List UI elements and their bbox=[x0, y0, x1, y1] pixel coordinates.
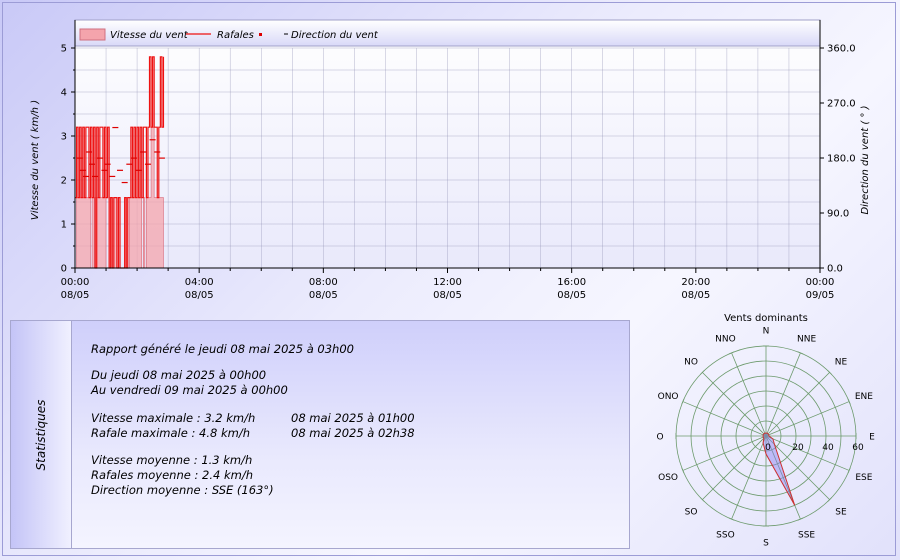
direction-point bbox=[76, 157, 83, 159]
x-tick-date: 08/05 bbox=[433, 290, 462, 301]
rose-direction-label: OSO bbox=[658, 473, 678, 483]
wind-chart: Vitesse du vent Rafales Direction du ven… bbox=[30, 19, 871, 301]
y-tick-label: 0 bbox=[61, 264, 67, 275]
direction-point bbox=[140, 151, 147, 153]
rose-direction-label: NNE bbox=[797, 335, 816, 345]
max-gust: Rafale maximale : 4.8 km/h bbox=[91, 426, 250, 440]
rose-direction-label: SO bbox=[685, 507, 698, 517]
rose-spoke bbox=[702, 435, 767, 500]
rose-direction-label: ESE bbox=[855, 473, 872, 483]
rose-direction-label: SE bbox=[835, 507, 847, 517]
direction-point bbox=[79, 169, 86, 171]
y-tick-label: 5 bbox=[61, 44, 67, 55]
y-tick-label: 3 bbox=[61, 132, 67, 143]
x-tick-date: 08/05 bbox=[61, 290, 90, 301]
x-tick-time: 08:00 bbox=[309, 277, 338, 288]
wind-rose-title: Vents dominants bbox=[724, 313, 808, 324]
x-tick-date: 08/05 bbox=[309, 290, 338, 301]
rose-direction-label: E bbox=[869, 433, 875, 443]
x-tick-date: 08/05 bbox=[185, 290, 214, 301]
max-speed: Vitesse maximale : 3.2 km/h bbox=[91, 411, 256, 425]
direction-point bbox=[117, 169, 124, 171]
avg-gust: Rafales moyenne : 2.4 km/h bbox=[91, 468, 253, 482]
y-right-tick-label: 90.0 bbox=[827, 209, 849, 220]
y-axis-label: Vitesse du vent ( km/h ) bbox=[30, 100, 41, 220]
direction-point bbox=[126, 163, 133, 165]
y-right-tick-label: 0.0 bbox=[827, 264, 843, 275]
rose-spoke bbox=[765, 372, 830, 437]
rose-direction-label: ONO bbox=[658, 392, 679, 402]
direction-point bbox=[82, 175, 89, 178]
y-right-axis-label: Direction du vent ( ° ) bbox=[860, 105, 871, 214]
rose-direction-label: O bbox=[656, 433, 663, 443]
direction-point bbox=[144, 163, 151, 165]
direction-point bbox=[109, 175, 116, 178]
max-speed-date: 08 mai 2025 à 01h00 bbox=[291, 411, 415, 425]
report-date: Rapport généré le jeudi 08 mai 2025 à 03… bbox=[91, 342, 354, 356]
direction-point bbox=[92, 175, 99, 178]
rose-direction-label: ENE bbox=[855, 392, 873, 402]
y-right-tick-label: 180.0 bbox=[827, 154, 856, 165]
period-from: Du jeudi 08 mai 2025 à 00h00 bbox=[91, 368, 267, 382]
legend-gust-label: Rafales bbox=[217, 30, 254, 41]
direction-point bbox=[89, 163, 96, 165]
x-tick-time: 00:00 bbox=[61, 277, 90, 288]
legend-swatch-direction bbox=[259, 33, 262, 36]
statistics-title: Statistiques bbox=[34, 399, 48, 471]
x-tick-time: 20:00 bbox=[681, 277, 710, 288]
avg-direction: Direction moyenne : SSE (163°) bbox=[91, 483, 274, 497]
legend-speed-label: Vitesse du vent bbox=[110, 30, 189, 41]
period-to: Au vendredi 09 mai 2025 à 00h00 bbox=[91, 383, 288, 397]
direction-point bbox=[96, 157, 103, 159]
max-gust-date: 08 mai 2025 à 02h38 bbox=[291, 426, 415, 440]
direction-point bbox=[104, 163, 111, 165]
rose-direction-label: NO bbox=[684, 358, 698, 368]
rose-radial-tick: 60 bbox=[852, 443, 864, 453]
rose-radial-tick: 0 bbox=[765, 443, 771, 453]
x-tick-date: 08/05 bbox=[557, 290, 586, 301]
direction-point bbox=[130, 157, 137, 159]
legend-swatch-speed bbox=[79, 28, 106, 41]
direction-point bbox=[85, 151, 92, 153]
y-right-tick-label: 360.0 bbox=[827, 44, 856, 55]
rose-direction-label: SSE bbox=[798, 530, 815, 540]
rose-direction-label: NE bbox=[835, 358, 848, 368]
statistics-panel: Statistiques Rapport généré le jeudi 08 … bbox=[10, 320, 630, 549]
direction-point bbox=[121, 181, 128, 184]
wind-rose: Vents dominants N NNE NE ENE E ESE SE SSE S SSO SO… bbox=[656, 313, 875, 549]
rose-direction-label: NNO bbox=[715, 335, 736, 345]
x-tick-time: 00:00 bbox=[806, 277, 835, 288]
direction-point bbox=[158, 157, 165, 159]
x-tick-time: 04:00 bbox=[185, 277, 214, 288]
rose-radial-tick: 40 bbox=[822, 443, 834, 453]
rose-direction-label: S bbox=[763, 539, 769, 549]
legend-direction-label: Direction du vent bbox=[291, 30, 379, 41]
x-tick-time: 12:00 bbox=[433, 277, 462, 288]
direction-point bbox=[149, 139, 156, 141]
statistics-side-bar: Statistiques bbox=[11, 321, 72, 548]
direction-point bbox=[101, 169, 108, 171]
y-tick-label: 2 bbox=[61, 176, 67, 187]
x-tick-time: 16:00 bbox=[557, 277, 586, 288]
rose-direction-label: SSO bbox=[716, 530, 735, 540]
rose-radial-tick: 20 bbox=[792, 443, 804, 453]
y-tick-label: 1 bbox=[61, 220, 67, 231]
rose-direction-label: N bbox=[763, 327, 770, 337]
direction-point bbox=[112, 126, 119, 129]
rose-spoke bbox=[702, 372, 767, 437]
direction-point bbox=[154, 151, 161, 153]
avg-speed: Vitesse moyenne : 1.3 km/h bbox=[91, 453, 253, 467]
y-tick-label: 4 bbox=[61, 88, 67, 99]
y-right-tick-label: 270.0 bbox=[827, 99, 856, 110]
direction-point bbox=[135, 169, 142, 171]
legend: Vitesse du vent Rafales Direction du ven… bbox=[74, 19, 821, 47]
